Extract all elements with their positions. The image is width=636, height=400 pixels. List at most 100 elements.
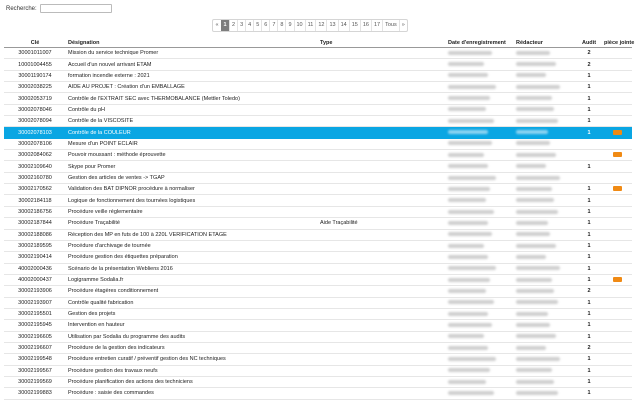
pagination-page-button[interactable]: Tous xyxy=(382,20,399,31)
table-row[interactable]: 30002190414 Procédure gestion des étiquet… xyxy=(4,251,632,264)
cell-key: 30002186756 xyxy=(4,206,66,219)
table-row[interactable]: 30002109640 Skype pour Promer 1 xyxy=(4,160,632,173)
pagination-page-button[interactable]: 10 xyxy=(293,20,305,31)
redacted-redacteur xyxy=(516,175,560,180)
pagination-page-button[interactable]: 5 xyxy=(253,20,261,31)
cell-key: 30002199548 xyxy=(4,353,66,366)
column-header-designation[interactable]: Désignation xyxy=(66,38,318,48)
pagination-page-button[interactable]: 12 xyxy=(315,20,326,31)
table-row[interactable]: 30002078106 Mesure d'un POINT ECLAIR xyxy=(4,138,632,151)
cell-key: 30002084062 xyxy=(4,149,66,162)
table-row[interactable]: 30002078103 Contrôle de la COULEUR 1 xyxy=(4,126,632,139)
cell-piece-jointe xyxy=(602,342,632,355)
table-row[interactable]: 30002053719 Contrôle de l'EXTRAIT SEC ave… xyxy=(4,92,632,105)
redacted-redacteur xyxy=(516,152,556,157)
redacted-redacteur xyxy=(516,368,552,373)
column-header-date[interactable]: Date d'enregistrement xyxy=(446,38,514,48)
table-row[interactable]: 10001004455 Accueil d'un nouvel arrivant … xyxy=(4,58,632,71)
redacted-date xyxy=(448,175,496,180)
pagination-page-button[interactable]: 16 xyxy=(359,20,371,31)
table-row[interactable]: 30002160780 Gestion des articles de vente… xyxy=(4,172,632,185)
column-header-audit[interactable]: Audit xyxy=(576,38,602,48)
table-row[interactable]: 30002188086 Réception des MP en futs de 1… xyxy=(4,229,632,241)
attachment-icon[interactable] xyxy=(612,129,622,135)
table-row[interactable]: 30002170562 Validation des BAT DIPNOR pro… xyxy=(4,183,632,196)
pagination-page-button[interactable]: 9 xyxy=(285,20,293,31)
pagination-page-button[interactable]: 3 xyxy=(237,20,245,31)
cell-audit: 1 xyxy=(576,81,602,94)
table-row[interactable]: 30002187844 Procédure Traçabilité Aide Tra… xyxy=(4,217,632,230)
cell-redacteur-redacted xyxy=(514,92,576,105)
pagination-page-button[interactable]: 11 xyxy=(304,20,316,31)
table-row[interactable]: 30002084062 Pouvoir moussant : méthode ép… xyxy=(4,149,632,162)
pagination-page-button[interactable]: 7 xyxy=(269,20,277,31)
pagination-page-button[interactable]: 8 xyxy=(277,20,285,31)
redacted-date xyxy=(448,186,490,191)
pagination-page-button[interactable]: 2 xyxy=(229,20,237,31)
pagination-page-button[interactable]: 13 xyxy=(326,20,337,31)
cell-designation: Procédure entretien curatif / préventif … xyxy=(66,353,318,366)
pagination-page-button[interactable]: 14 xyxy=(337,20,349,31)
column-header-type[interactable]: Type xyxy=(318,38,446,48)
attachment-icon[interactable] xyxy=(612,186,622,192)
table-header-row: Clé Désignation Type Date d'enregistreme… xyxy=(4,38,634,48)
table-row[interactable]: 30002199883 Procédure : saisie des comman… xyxy=(4,387,632,400)
cell-designation: Contrôle de la VISCOSITE xyxy=(66,115,318,128)
table-row[interactable]: 30002195501 Gestion des projets 1 xyxy=(4,308,632,321)
pagination-prev-button[interactable]: « xyxy=(213,20,221,31)
table-row[interactable]: 30002078046 Contrôle du pH 1 xyxy=(4,104,632,117)
table-row[interactable]: 30002199569 Procédure planification des a… xyxy=(4,376,632,389)
cell-audit: 2 xyxy=(576,47,602,60)
cell-key: 30002188086 xyxy=(4,229,66,241)
cell-piece-jointe xyxy=(602,160,632,173)
cell-key: 30002196605 xyxy=(4,331,66,343)
table-row[interactable]: 40002000437 Logigramme Sodalia.fr 1 xyxy=(4,274,632,287)
cell-date-redacted xyxy=(446,229,514,241)
pagination-page-button[interactable]: 6 xyxy=(261,20,269,31)
table-row[interactable]: 30002193907 Contrôle qualité fabrication 1 xyxy=(4,297,632,309)
search-input[interactable] xyxy=(39,4,112,13)
table-row[interactable]: 30002078094 Contrôle de la VISCOSITE 1 xyxy=(4,115,632,128)
cell-piece-jointe xyxy=(602,149,632,162)
table-row[interactable]: 30002184118 Logique de fonctionnement des… xyxy=(4,194,632,207)
table-row[interactable]: 30002186756 Procédure veille réglementair… xyxy=(4,206,632,219)
table-row[interactable]: 30002195945 Intervention en hauteur 1 xyxy=(4,319,632,332)
redacted-redacteur xyxy=(516,334,556,339)
table-row[interactable]: 30002199567 Procédure gestion des travaux… xyxy=(4,365,632,377)
pagination-page-button[interactable]: 4 xyxy=(245,20,253,31)
table-row[interactable]: 30002189595 Procédure d'archivage de tour… xyxy=(4,240,632,253)
table-row[interactable]: 30001011007 Mission du service technique … xyxy=(4,47,632,60)
cell-designation: Procédure gestion des étiquettes prépara… xyxy=(66,251,318,264)
redacted-date xyxy=(448,277,490,282)
cell-date-redacted xyxy=(446,183,514,196)
pagination-page-button[interactable]: 15 xyxy=(348,20,360,31)
cell-piece-jointe xyxy=(602,387,632,400)
redacted-redacteur xyxy=(516,391,558,396)
redacted-date xyxy=(448,73,488,78)
cell-redacteur-redacted xyxy=(514,240,576,253)
table-row[interactable]: 30002196607 Procédure de la gestion des i… xyxy=(4,342,632,355)
attachment-icon[interactable] xyxy=(612,152,622,158)
cell-date-redacted xyxy=(446,172,514,185)
redacted-date xyxy=(448,243,484,248)
table-row[interactable]: 30002196605 Utilisation par Sodalia du pr… xyxy=(4,331,632,343)
table-row[interactable]: 30002038225 AIDE AU PROJET : Création d'u… xyxy=(4,81,632,94)
column-header-piece-jointe[interactable]: pièce jointe xyxy=(602,38,634,48)
pagination-page-button[interactable]: 17 xyxy=(370,20,382,31)
column-header-redacteur[interactable]: Rédacteur xyxy=(514,38,576,48)
pagination-page-button[interactable]: 1 xyxy=(221,20,229,31)
table-row[interactable]: 30002193906 Procédure étagères conditionn… xyxy=(4,285,632,298)
redacted-date xyxy=(448,368,490,373)
cell-designation: Scénario de la présentation Webliens 201… xyxy=(66,263,318,275)
cell-key: 30002078094 xyxy=(4,115,66,128)
cell-date-redacted xyxy=(446,365,514,377)
table-row[interactable]: 30001190174 formation incendie externe : … xyxy=(4,70,632,83)
column-header-key[interactable]: Clé xyxy=(4,38,66,48)
cell-designation: Procédure planification des actions des … xyxy=(66,376,318,389)
redacted-date xyxy=(448,379,486,384)
cell-redacteur-redacted xyxy=(514,251,576,264)
pagination-next-button[interactable]: » xyxy=(398,20,407,31)
table-row[interactable]: 40002000436 Scénario de la présentation W… xyxy=(4,263,632,275)
attachment-icon[interactable] xyxy=(612,277,622,283)
table-row[interactable]: 30002199548 Procédure entretien curatif /… xyxy=(4,353,632,366)
